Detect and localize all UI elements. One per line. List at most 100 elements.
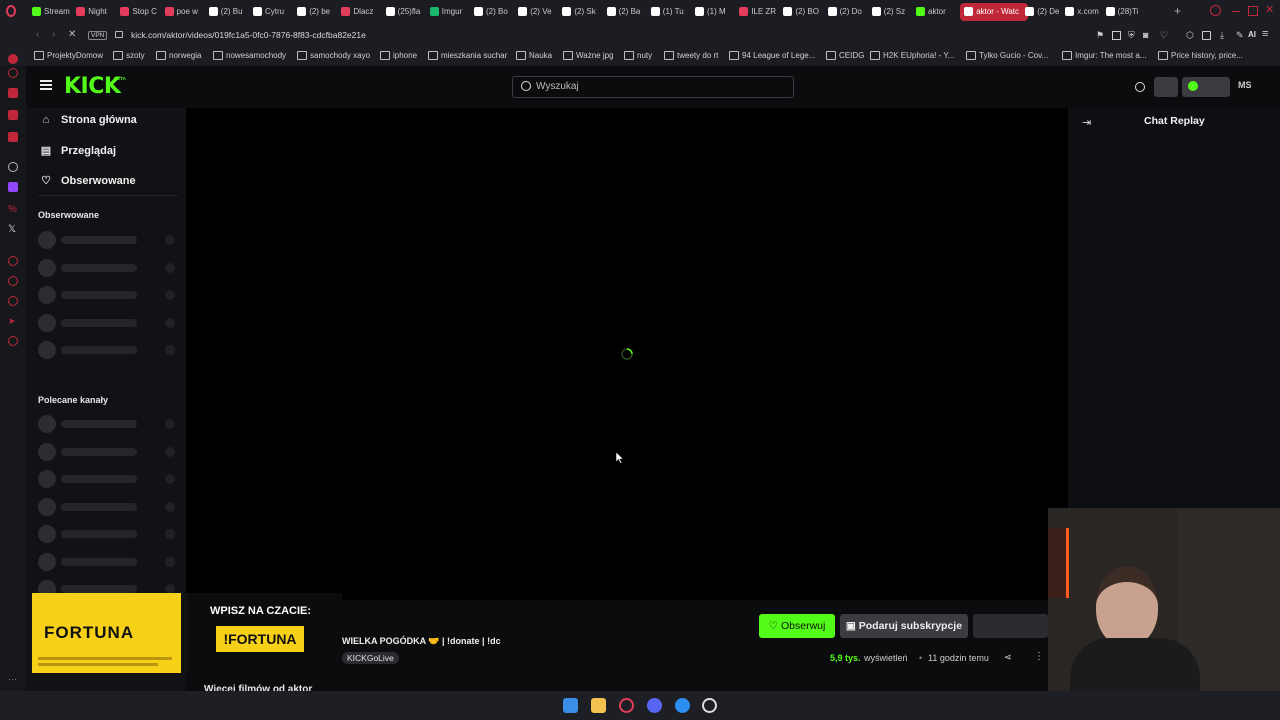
browser-tab[interactable]: (2) Sz — [871, 3, 912, 21]
sidebar-cube-icon[interactable] — [8, 296, 18, 306]
obs-icon[interactable] — [702, 698, 717, 713]
bookmark-item[interactable]: Nauka — [516, 51, 552, 61]
browser-tab[interactable]: (28)Ti — [1105, 3, 1142, 21]
nav-browse[interactable]: ▤ Przeglądaj — [40, 144, 116, 157]
browser-tab[interactable]: Night — [76, 3, 116, 21]
heart-icon[interactable]: ♡ — [1160, 30, 1168, 41]
sidebar-clock-icon[interactable] — [8, 256, 18, 266]
shield-icon[interactable]: ⛨ — [1128, 30, 1135, 41]
bookmark-item[interactable]: Price history, price... — [1158, 51, 1243, 61]
bookmark-item[interactable]: Tylko Gucio - Cov... — [966, 51, 1048, 61]
collapse-chat-icon[interactable]: ⇥ — [1082, 116, 1091, 129]
browser-tab[interactable]: (2) Ba — [606, 3, 647, 21]
extensions-icon[interactable]: ⬡ — [1186, 30, 1194, 41]
browser-tab[interactable]: Stream — [32, 3, 72, 21]
new-tab-icon[interactable]: + — [1174, 4, 1181, 18]
browser-tab[interactable]: Imgur — [429, 3, 470, 21]
bookmark-item[interactable]: nuty — [624, 51, 652, 61]
browser-tab[interactable]: aktor - Watc — [960, 3, 1029, 21]
avatar[interactable]: MS — [1238, 80, 1252, 90]
snapshot-icon[interactable] — [1112, 31, 1121, 40]
bookmark-item[interactable]: iphone — [380, 51, 417, 61]
sidebar-chatgpt-icon[interactable] — [8, 162, 18, 172]
camera-icon[interactable]: ◙ — [1143, 30, 1148, 40]
bookmark-item[interactable]: Ważne jpg — [563, 51, 614, 61]
browser-tab[interactable]: x.com — [1065, 3, 1101, 21]
browser-tab[interactable]: (2) Ve — [518, 3, 558, 21]
browser-tab[interactable]: Stop C — [120, 3, 160, 21]
bookmark-item[interactable]: 94 League of Lege... — [729, 51, 815, 61]
file-explorer-icon[interactable] — [591, 698, 606, 713]
close-icon[interactable]: ✕ — [1265, 3, 1274, 16]
sidebar-percent-icon[interactable]: % — [8, 204, 18, 215]
browser-tab[interactable]: (1) Tu — [650, 3, 691, 21]
browser-tab[interactable]: ILE ZR — [739, 3, 779, 21]
menu-icon[interactable]: ≡ — [1262, 28, 1268, 40]
browser-tab[interactable]: (2) De — [1025, 3, 1061, 21]
wallet-button[interactable] — [1182, 77, 1230, 97]
forward-icon[interactable]: › — [52, 29, 55, 40]
discord-icon[interactable] — [647, 698, 662, 713]
sidebar-history-icon[interactable] — [8, 68, 18, 78]
bookmark-item[interactable]: ProjektyDomow — [34, 51, 103, 61]
bookmark-item[interactable]: Imgur: The most a... — [1062, 51, 1146, 61]
sidebar-messenger-icon[interactable] — [8, 54, 18, 64]
video-tag[interactable]: KICKGoLive — [342, 652, 399, 664]
browser-tab[interactable]: (2) Do — [827, 3, 868, 21]
opera-taskbar-icon[interactable] — [619, 698, 634, 713]
sidebar-x-icon[interactable]: 𝕏 — [8, 224, 18, 235]
browser-tab[interactable]: Cytru — [253, 3, 293, 21]
sidebar-more-icon[interactable]: ··· — [8, 674, 18, 684]
browser-tab[interactable]: (2) be — [297, 3, 337, 21]
browser-tab[interactable]: poe w — [164, 3, 205, 21]
follow-button[interactable]: ♡ Obserwuj — [759, 614, 835, 638]
kick-logo[interactable]: KICK — [64, 74, 121, 99]
browser-tab[interactable]: (2) Sk — [562, 3, 602, 21]
browser-tab[interactable]: aktor — [916, 3, 956, 21]
ai-button[interactable]: AI — [1248, 30, 1256, 39]
easy-setup-icon[interactable]: ✎ — [1236, 30, 1244, 41]
video-player[interactable] — [186, 108, 1068, 600]
sidebar-music-icon[interactable] — [8, 132, 18, 142]
bookmark-item[interactable]: mieszkania suchar — [428, 51, 507, 61]
browser-tab[interactable]: (2) Bu — [208, 3, 249, 21]
sidebar-twitch-icon[interactable] — [8, 182, 18, 192]
subscribe-button-placeholder[interactable] — [973, 614, 1048, 638]
search-input[interactable]: Wyszukaj — [536, 81, 579, 92]
sidebar-timer-icon[interactable] — [8, 276, 18, 286]
share-icon[interactable]: ⋖ — [1004, 652, 1012, 663]
more-options-icon[interactable]: ⋮ — [1034, 651, 1044, 662]
bookmark-icon[interactable]: ⚑ — [1096, 30, 1104, 41]
bookmark-item[interactable]: nowesamochody — [213, 51, 286, 61]
nav-following[interactable]: ♡ Obserwowane — [40, 174, 136, 187]
bookmark-item[interactable]: CEIDG — [826, 51, 864, 61]
stop-loading-icon[interactable]: ✕ — [68, 29, 76, 40]
bookmark-item[interactable]: samochody xayo — [297, 51, 370, 61]
back-icon[interactable]: ‹ — [36, 29, 39, 40]
bookmark-item[interactable]: tweety do rt — [664, 51, 718, 61]
download-icon[interactable]: ⤓ — [1220, 30, 1224, 41]
browser-tab[interactable]: (2) BO — [783, 3, 823, 21]
nav-home[interactable]: ⌂ Strona główna — [40, 114, 137, 126]
minimize-icon[interactable] — [1232, 11, 1240, 12]
vpn-badge[interactable]: VPN — [88, 31, 108, 40]
browser-tab[interactable]: Dlacz — [341, 3, 381, 21]
browser-tab[interactable]: (1) M — [695, 3, 735, 21]
sidebar-settings-icon[interactable] — [8, 336, 18, 346]
windows-start-icon[interactable] — [563, 698, 578, 713]
browser-tab[interactable]: (25)fla — [385, 3, 426, 21]
url-field[interactable]: kick.com/aktor/videos/019fc1a5-0fc0-7876… — [131, 30, 366, 40]
bookmark-item[interactable]: H2K EUphoria! - Y... — [870, 51, 954, 61]
search-toggle-icon[interactable] — [1135, 82, 1145, 92]
opera-logo-icon[interactable] — [6, 5, 16, 17]
bookmark-item[interactable]: szoty — [113, 51, 145, 61]
hamburger-menu-icon[interactable] — [40, 80, 52, 90]
search-box[interactable]: Wyszukaj — [512, 76, 794, 98]
gift-subscription-button[interactable]: ▣ Podaruj subskrypcje — [840, 614, 968, 638]
sidebar-wallet-icon[interactable] — [8, 88, 18, 98]
browser-tab[interactable]: (2) Bo — [474, 3, 514, 21]
sidebar-send-icon[interactable]: ➤ — [8, 316, 18, 326]
header-placeholder-button[interactable] — [1154, 77, 1178, 97]
wallet-icon[interactable] — [1202, 31, 1211, 40]
messenger-icon[interactable] — [675, 698, 690, 713]
